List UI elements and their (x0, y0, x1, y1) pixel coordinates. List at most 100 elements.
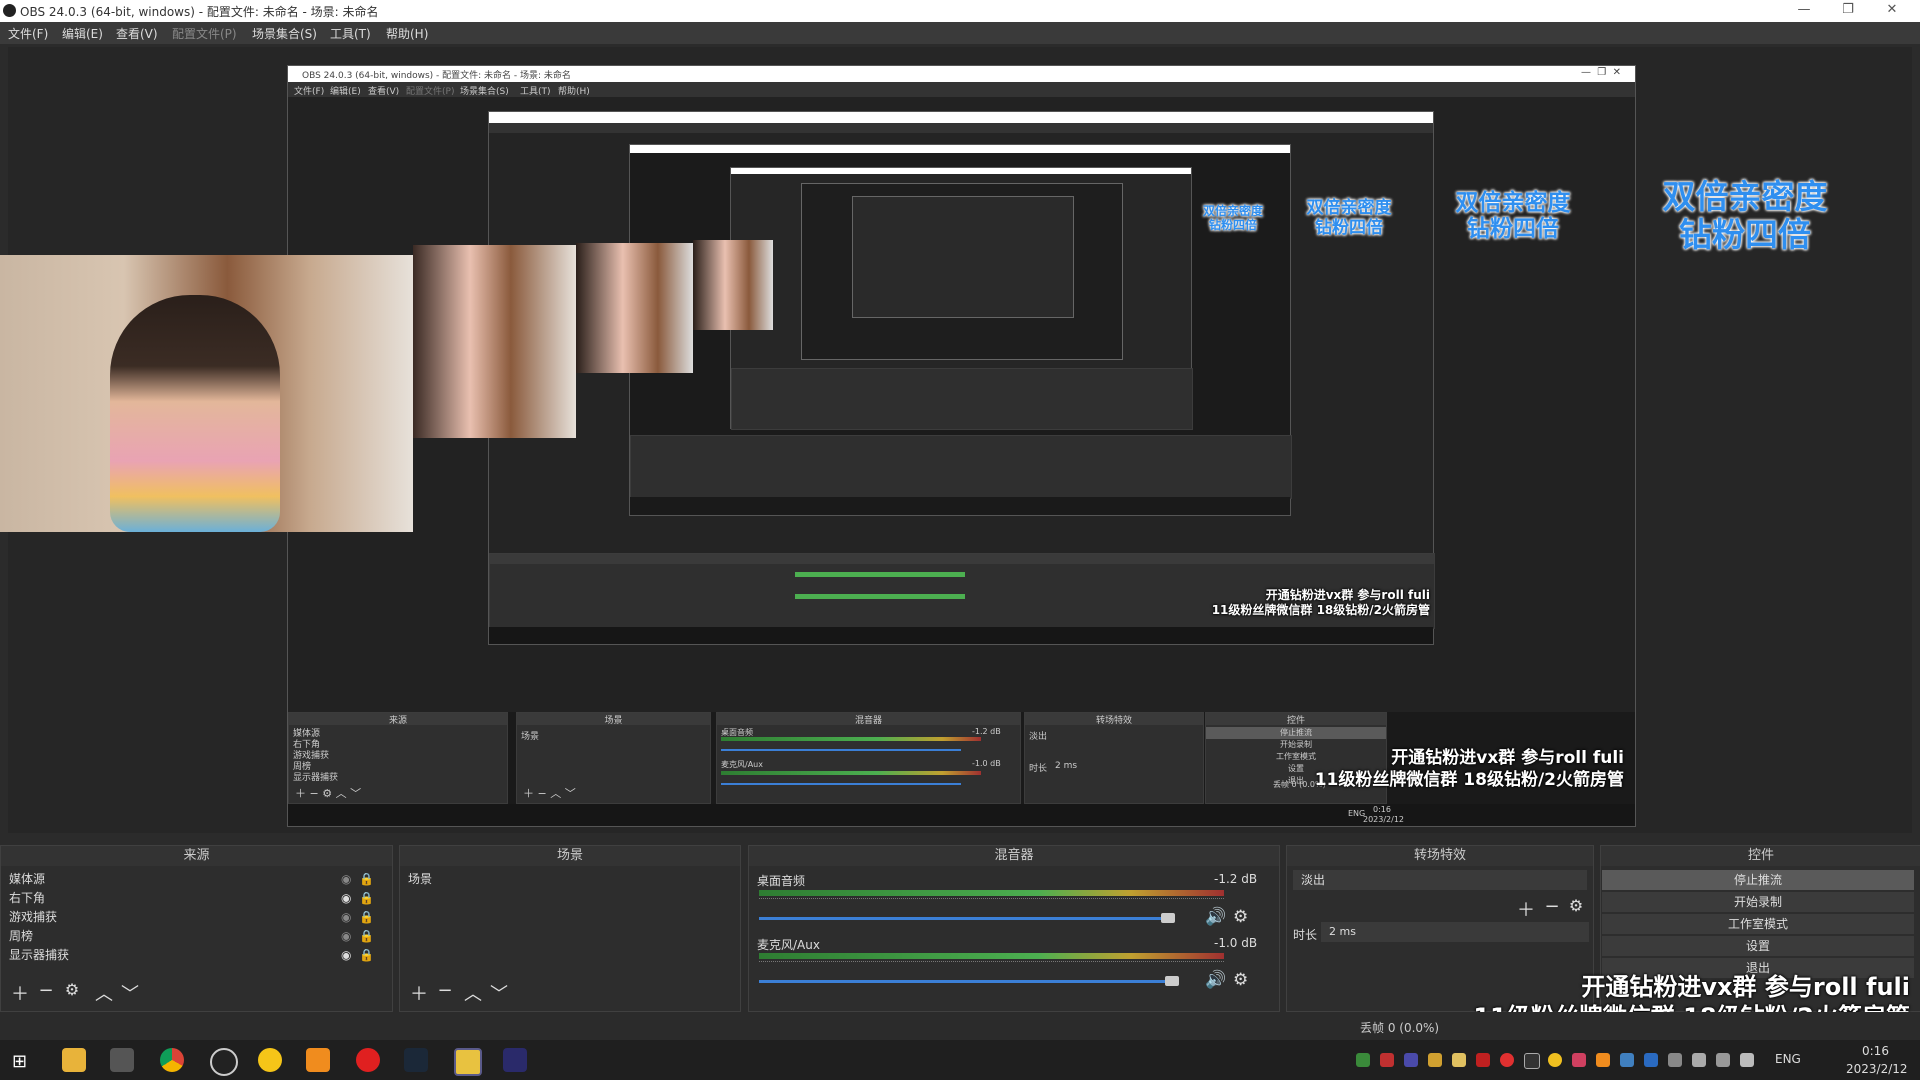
tray-app-icon[interactable] (1620, 1053, 1634, 1067)
file-explorer-icon[interactable] (62, 1048, 86, 1072)
tray-network-icon[interactable] (1356, 1053, 1370, 1067)
add-source-button[interactable]: ＋ (9, 980, 31, 1006)
lock-icon[interactable]: 🔒 (359, 908, 374, 927)
duration-input[interactable]: 2 ms (1321, 922, 1589, 942)
tray-app-icon[interactable] (1668, 1053, 1682, 1067)
nested3-docks (630, 435, 1292, 499)
tray-app-icon[interactable] (1452, 1053, 1466, 1067)
source-item-weekly[interactable]: 周榜 ◉ 🔒 (1, 927, 381, 946)
nested-source-item: 周榜 (293, 762, 312, 772)
clock-date[interactable]: 2023/2/12 (1846, 1062, 1908, 1076)
tray-app-icon[interactable] (1548, 1053, 1562, 1067)
source-settings-gear-icon[interactable]: ⚙ (61, 980, 83, 999)
add-transition-button[interactable]: ＋ (1515, 896, 1537, 922)
eye-hidden-icon[interactable]: ◉ (341, 927, 351, 946)
tray-app-icon[interactable] (1644, 1053, 1658, 1067)
track1-db: -1.2 dB (1214, 872, 1258, 886)
stream-text-line1: 开通钻粉进vx群 参与roll fuli (1391, 748, 1624, 768)
track2-scale (759, 961, 1224, 970)
add-scene-button[interactable]: ＋ (408, 980, 430, 1006)
lock-icon[interactable]: 🔒 (359, 946, 374, 965)
nested-title: OBS 24.0.3 (64-bit, windows) - 配置文件: 未命名… (302, 71, 571, 81)
microphone-icon[interactable] (1692, 1053, 1706, 1067)
tray-app-icon[interactable] (1524, 1053, 1540, 1069)
tray-app-icon[interactable] (1404, 1053, 1418, 1067)
source-item-display[interactable]: 显示器捕获 ◉ 🔒 (1, 946, 381, 965)
source-item-corner[interactable]: 右下角 ◉ 🔒 (1, 889, 381, 908)
stop-streaming-button[interactable]: 停止推流 (1602, 870, 1914, 890)
source-item-game[interactable]: 游戏捕获 ◉ 🔒 (1, 908, 381, 927)
scene-move-down-icon[interactable]: ﹀ (488, 980, 510, 1006)
display-icon[interactable] (1716, 1053, 1730, 1067)
scene-item[interactable]: 场景 (400, 870, 740, 889)
lock-icon[interactable]: 🔒 (359, 927, 374, 946)
minimize-icon[interactable]: — (1784, 2, 1824, 17)
promo-line1: 双倍亲密度 (1306, 198, 1392, 218)
maximize-icon[interactable]: ❐ (1828, 2, 1868, 17)
windows-start-icon[interactable]: ⊞ (12, 1051, 27, 1072)
eye-icon[interactable]: ◉ (341, 946, 351, 965)
source-item-label: 游戏捕获 (9, 910, 58, 924)
steam-icon[interactable] (404, 1048, 428, 1072)
track1-settings-gear-icon[interactable]: ⚙ (1233, 907, 1248, 927)
tray-app-icon[interactable] (1596, 1053, 1610, 1067)
lock-icon[interactable]: 🔒 (359, 889, 374, 908)
volume-icon[interactable] (1740, 1053, 1754, 1067)
speaker-icon[interactable]: 🔊 (1205, 907, 1226, 927)
eye-icon[interactable]: ◉ (341, 889, 351, 908)
menu-help[interactable]: 帮助(H) (386, 25, 428, 42)
menu-file[interactable]: 文件(F) (8, 25, 48, 42)
owl-app-icon[interactable] (454, 1048, 482, 1076)
track2-settings-gear-icon[interactable]: ⚙ (1233, 970, 1248, 990)
nested2-menu-bar (489, 123, 1433, 133)
tray-app-icon[interactable] (1500, 1053, 1514, 1067)
tray-app-icon[interactable] (1428, 1053, 1442, 1067)
menu-profile[interactable]: 配置文件(P) (172, 25, 237, 42)
obs-icon[interactable] (210, 1048, 238, 1076)
source-move-down-icon[interactable]: ﹀ (119, 980, 141, 1006)
clock-time[interactable]: 0:16 (1862, 1044, 1889, 1058)
remove-scene-button[interactable]: − (434, 980, 456, 1001)
promo-line2: 钻粉四倍 (1208, 217, 1257, 232)
transition-select-value: 淡出 (1301, 873, 1326, 887)
transition-settings-gear-icon[interactable]: ⚙ (1565, 896, 1587, 915)
game-launcher-icon[interactable] (110, 1048, 134, 1072)
nested-scenes-title: 场景 (517, 713, 710, 726)
nested-audio2-slider (721, 783, 961, 785)
start-recording-button[interactable]: 开始录制 (1602, 892, 1914, 912)
track1-volume-slider[interactable] (759, 917, 1169, 920)
track2-slider-knob[interactable] (1165, 976, 1179, 986)
close-icon[interactable]: ✕ (1872, 2, 1912, 17)
source-item-media[interactable]: 媒体源 ◉ 🔒 (1, 870, 381, 889)
help-app-icon[interactable] (306, 1048, 330, 1072)
language-indicator[interactable]: ENG (1775, 1052, 1801, 1066)
eye-hidden-icon[interactable]: ◉ (341, 908, 351, 927)
studio-mode-button[interactable]: 工作室模式 (1602, 914, 1914, 934)
source-move-up-icon[interactable]: ︿ (93, 980, 115, 1006)
menu-tools[interactable]: 工具(T) (330, 25, 371, 42)
tray-app-icon[interactable] (1476, 1053, 1490, 1067)
menu-scene-collection[interactable]: 场景集合(S) (252, 25, 317, 42)
track2-volume-slider[interactable] (759, 980, 1173, 983)
tray-app-icon[interactable] (1380, 1053, 1394, 1067)
netease-music-icon[interactable] (356, 1048, 380, 1072)
nested2-dock-headers (490, 554, 1434, 564)
settings-button[interactable]: 设置 (1602, 936, 1914, 956)
menu-view[interactable]: 查看(V) (116, 25, 158, 42)
lock-icon[interactable]: 🔒 (359, 870, 374, 889)
menu-edit[interactable]: 编辑(E) (62, 25, 103, 42)
scene-move-up-icon[interactable]: ︿ (462, 980, 484, 1006)
circle-app-icon[interactable] (258, 1048, 282, 1072)
duration-label: 时长 (1293, 928, 1318, 942)
eye-hidden-icon[interactable]: ◉ (341, 870, 351, 889)
track1-scale (759, 898, 1224, 907)
se-app-icon[interactable] (503, 1048, 527, 1072)
remove-source-button[interactable]: − (35, 980, 57, 1001)
track1-slider-knob[interactable] (1161, 913, 1175, 923)
remove-transition-button[interactable]: − (1541, 896, 1563, 917)
tray-app-icon[interactable] (1572, 1053, 1586, 1067)
nested-scene-toolbar: ＋ − ︿ ﹀ (523, 787, 576, 800)
chrome-icon[interactable] (160, 1048, 184, 1072)
speaker-icon[interactable]: 🔊 (1205, 970, 1226, 990)
transition-select[interactable]: 淡出 (1293, 870, 1587, 890)
